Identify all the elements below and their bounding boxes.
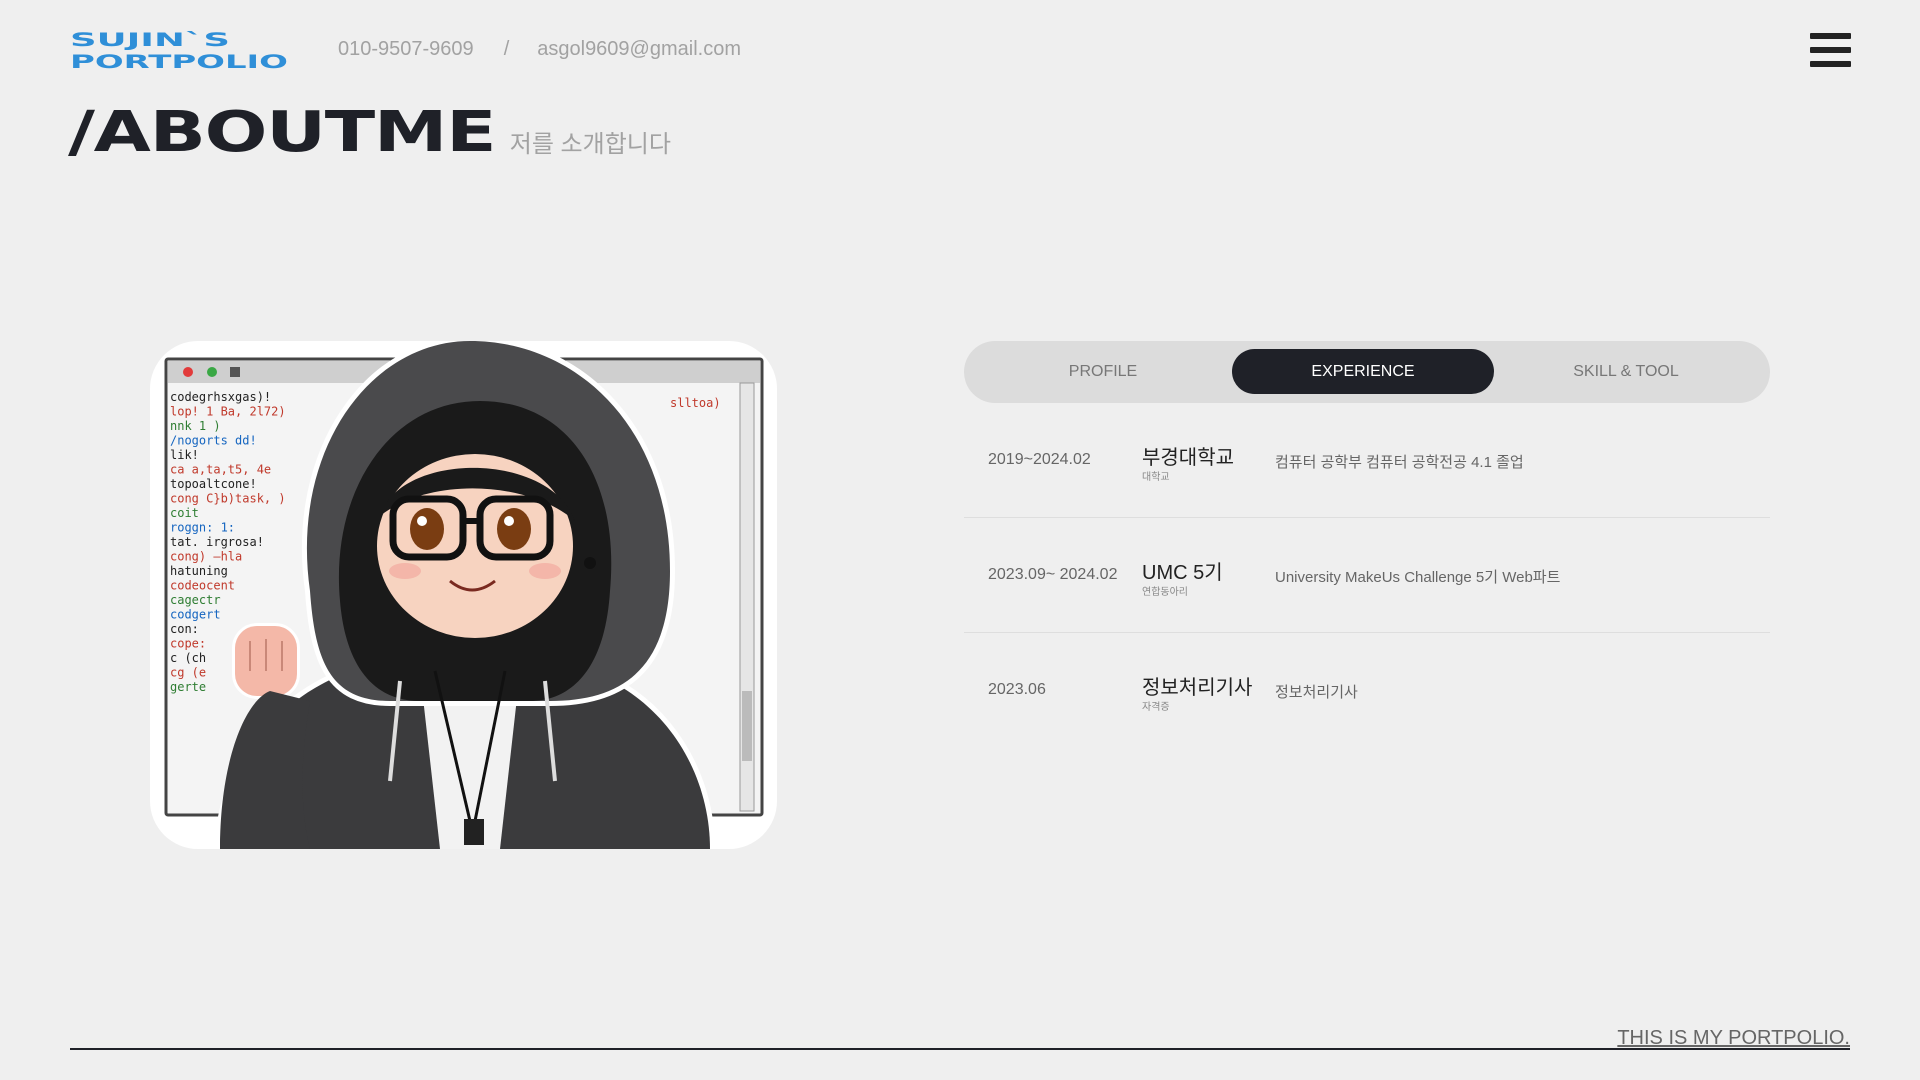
tab-profile[interactable]: PROFILE [972, 349, 1234, 394]
email-address[interactable]: asgol9609@gmail.com [537, 38, 741, 61]
code-line: con: [170, 622, 199, 636]
list-item: 2019~2024.02 부경대학교 대학교 컴퓨터 공학부 컴퓨터 공학전공 … [964, 403, 1770, 518]
code-line: lop! 1 Ba, 2l72) [170, 405, 286, 419]
code-line: topoaltcone! [170, 477, 257, 491]
menu-bar [1810, 61, 1851, 67]
experience-type: 자격증 [1142, 702, 1170, 713]
profile-illustration: codegrhsxgas)! lop! 1 Ba, 2l72) nnk 1 )/no… [150, 341, 777, 849]
experience-name: 정보처리기사 [1142, 677, 1253, 699]
code-line: cg (e [170, 666, 206, 680]
experience-date: 2023.06 [988, 681, 1046, 698]
experience-description: 정보처리기사 [1275, 684, 1358, 701]
experience-description: University MakeUs Challenge 5기 Web파트 [1275, 569, 1561, 586]
experience-name: 부경대학교 [1142, 447, 1234, 469]
menu-bar [1810, 33, 1851, 39]
experience-type: 대학교 [1142, 472, 1170, 483]
footer-divider [70, 1048, 1850, 1050]
page-subtitle: 저를 소개합니다 [509, 131, 671, 158]
code-line: cong C}b)task, ) [170, 492, 286, 506]
contact-info: 010-9507-9609 / asgol9609@gmail.com [338, 38, 741, 61]
hamburger-menu-icon[interactable] [1810, 33, 1851, 67]
logo-line-2: PORTPOLIO [70, 51, 288, 71]
code-line: ca a,ta,t5, 4e [170, 463, 271, 477]
list-item: 2023.06 정보처리기사 자격증 정보처리기사 [964, 633, 1770, 747]
experience-list: 2019~2024.02 부경대학교 대학교 컴퓨터 공학부 컴퓨터 공학전공 … [964, 403, 1770, 747]
site-logo[interactable]: SUJIN`S PORTPOLIO [70, 29, 290, 71]
contact-separator: / [503, 38, 510, 60]
code-line: cong) —hla [170, 550, 242, 564]
logo-line-1: SUJIN`S [70, 29, 230, 51]
page: SUJIN`S PORTPOLIO 010-9507-9609 / asgol9… [0, 0, 1920, 1080]
experience-date: 2019~2024.02 [988, 451, 1091, 468]
phone-number[interactable]: 010-9507-9609 [338, 38, 474, 61]
code-line: roggn: 1: [170, 521, 235, 535]
code-line: hatuning [170, 564, 228, 578]
section-header: /ABOUTME 저를 소개합니다 [68, 105, 671, 161]
list-item: 2023.09~ 2024.02 UMC 5기 연합동아리 University… [964, 518, 1770, 633]
code-line: c (ch [170, 651, 206, 665]
tab-experience[interactable]: EXPERIENCE [1232, 349, 1494, 394]
about-tabs: PROFILE EXPERIENCE SKILL & TOOL [964, 341, 1770, 403]
code-line: codeocent [170, 579, 235, 593]
page-title: /ABOUTME [68, 100, 497, 165]
code-line: tat. irgrosa! [170, 535, 264, 549]
menu-bar [1810, 47, 1851, 53]
code-line: gerte [170, 680, 206, 694]
tab-skill-tool[interactable]: SKILL & TOOL [1495, 349, 1757, 394]
code-line: coit [170, 506, 199, 520]
code-line: /nogorts dd! [170, 434, 257, 448]
footer-text[interactable]: THIS IS MY PORTPOLIO. [1617, 1027, 1850, 1050]
experience-description: 컴퓨터 공학부 컴퓨터 공학전공 4.1 졸업 [1275, 454, 1524, 471]
experience-name: UMC 5기 [1142, 562, 1223, 584]
code-line: codgert [170, 608, 221, 622]
hooded-girl-illustration: codegrhsxgas)!lop! 1 Ba, 2l72)nnk 1 )/no… [164, 341, 764, 849]
code-line: cagectr [170, 593, 221, 607]
code-text-right: slltoa) [670, 396, 721, 410]
code-line: lik! [170, 448, 199, 462]
code-line: cope: [170, 637, 206, 651]
experience-type: 연합동아리 [1142, 587, 1188, 598]
code-line: codegrhsxgas)! [170, 390, 271, 404]
experience-date: 2023.09~ 2024.02 [988, 566, 1118, 583]
code-line: nnk 1 ) [170, 419, 221, 433]
